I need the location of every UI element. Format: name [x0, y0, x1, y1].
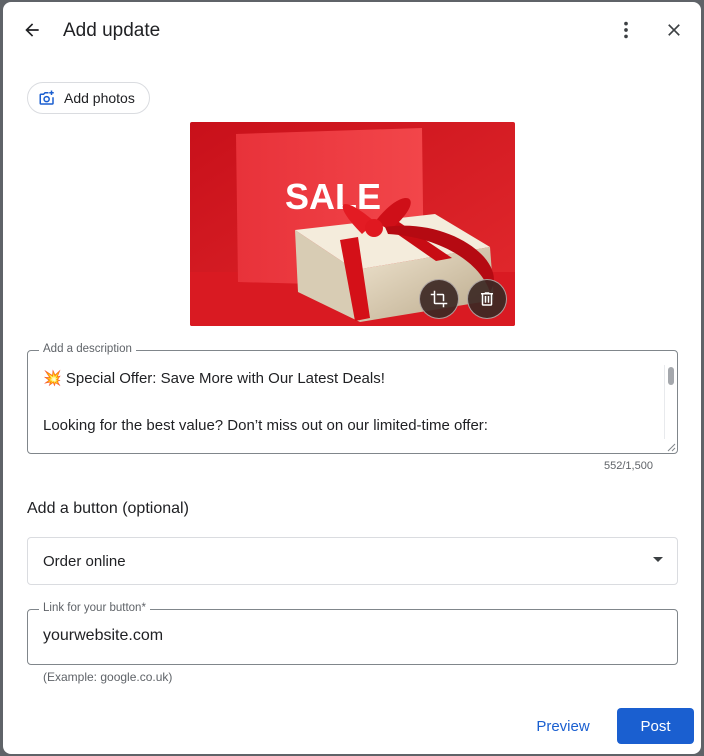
- button-link-input[interactable]: [43, 627, 643, 645]
- character-count: 552/1,500: [604, 460, 653, 472]
- post-button[interactable]: Post: [617, 708, 694, 744]
- delete-photo-button[interactable]: [467, 279, 507, 319]
- arrow-back-icon: [25, 23, 39, 37]
- button-type-select[interactable]: Order online: [27, 537, 678, 585]
- close-icon: [668, 24, 680, 36]
- add-photo-icon: [39, 90, 54, 105]
- trash-icon: [481, 292, 493, 306]
- button-link-field[interactable]: Link for your button*: [27, 602, 678, 665]
- description-field[interactable]: Add a description 💥 Special Offer: Save …: [27, 343, 678, 454]
- preview-button[interactable]: Preview: [525, 708, 601, 744]
- description-scrollbar-thumb[interactable]: [668, 367, 674, 385]
- crop-photo-button[interactable]: [419, 279, 459, 319]
- uploaded-photo: SALE: [190, 122, 515, 326]
- sale-text: SALE: [285, 176, 381, 217]
- button-link-hint: (Example: google.co.uk): [43, 670, 173, 684]
- more-vert-icon: [624, 21, 628, 39]
- more-options-button[interactable]: [608, 12, 644, 48]
- crop-icon: [430, 290, 448, 308]
- add-photos-label: Add photos: [64, 90, 135, 106]
- dropdown-arrow-icon: [653, 557, 663, 562]
- description-line-2: Looking for the best value? Don’t miss o…: [43, 417, 488, 434]
- selected-button-type: Order online: [43, 553, 126, 570]
- resize-handle-icon[interactable]: [666, 442, 676, 452]
- button-section-heading: Add a button (optional): [27, 500, 189, 517]
- description-text[interactable]: 💥 Special Offer: Save More with Our Late…: [43, 369, 653, 436]
- add-update-dialog: Add update Add photos SALE Add a descrip…: [3, 2, 701, 754]
- back-button[interactable]: [14, 12, 50, 48]
- add-photos-button[interactable]: Add photos: [27, 82, 150, 114]
- dialog-title: Add update: [63, 20, 161, 41]
- close-button[interactable]: [656, 12, 692, 48]
- description-line-1: 💥 Special Offer: Save More with Our Late…: [43, 370, 385, 387]
- description-label: Add a description: [39, 343, 136, 355]
- dialog-header: Add update: [3, 2, 701, 62]
- button-link-label: Link for your button*: [39, 602, 150, 614]
